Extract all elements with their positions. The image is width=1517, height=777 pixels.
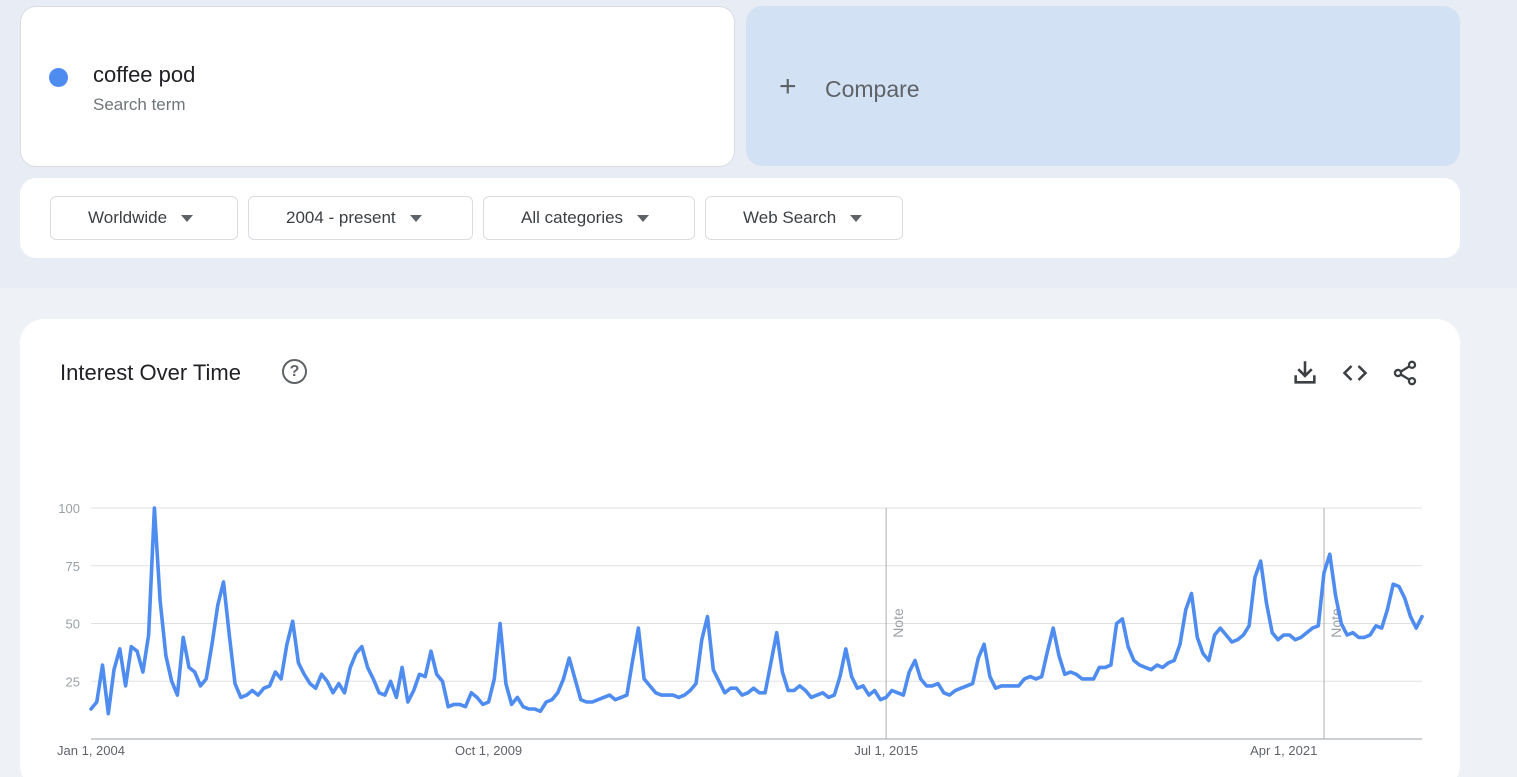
y-tick-label: 25: [66, 674, 80, 689]
y-tick-label: 75: [66, 559, 80, 574]
x-tick-label: Apr 1, 2021: [1250, 743, 1317, 758]
series-line: [89, 506, 1424, 716]
line-chart: 25 50 75 100 Jan 1, 2004 Oct 1, 2009 Jul 1, 20…: [57, 501, 1424, 758]
x-tick-label: Oct 1, 2009: [455, 743, 522, 758]
note-label: Note: [890, 608, 906, 638]
y-tick-label: 50: [66, 617, 80, 632]
x-tick-label: Jul 1, 2015: [854, 743, 918, 758]
x-tick-label: Jan 1, 2004: [57, 743, 125, 758]
y-tick-label: 100: [58, 501, 80, 516]
